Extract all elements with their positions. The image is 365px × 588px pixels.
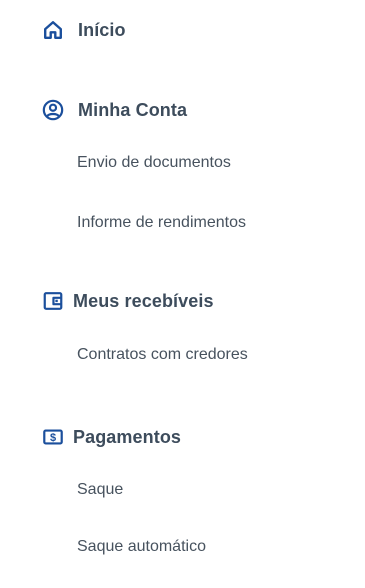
money-icon: $ (42, 426, 64, 448)
svg-text:$: $ (50, 432, 56, 444)
menu-section-minha-conta-label: Minha Conta (78, 100, 188, 120)
menu-section-pagamentos[interactable]: $ Pagamentos (42, 426, 181, 448)
sidebar-menu: Início Minha Conta Envio de documentos I… (0, 0, 365, 588)
menu-section-minha-conta[interactable]: Minha Conta (42, 99, 187, 121)
submenu-envio-de-documentos[interactable]: Envio de documentos (77, 153, 231, 173)
menu-item-inicio-label: Início (78, 20, 126, 40)
submenu-saque-automatico[interactable]: Saque automático (77, 537, 206, 557)
menu-section-meus-recebiveis-label: Meus recebíveis (73, 291, 214, 311)
home-icon (42, 19, 64, 41)
submenu-contratos-com-credores[interactable]: Contratos com credores (77, 345, 248, 365)
menu-section-meus-recebiveis[interactable]: Meus recebíveis (42, 290, 214, 312)
wallet-icon (42, 290, 64, 312)
submenu-saque[interactable]: Saque (77, 480, 123, 500)
user-circle-icon (42, 99, 64, 121)
menu-section-pagamentos-label: Pagamentos (73, 427, 182, 447)
menu-item-inicio[interactable]: Início (42, 19, 126, 41)
submenu-informe-de-rendimentos[interactable]: Informe de rendimentos (77, 213, 246, 233)
